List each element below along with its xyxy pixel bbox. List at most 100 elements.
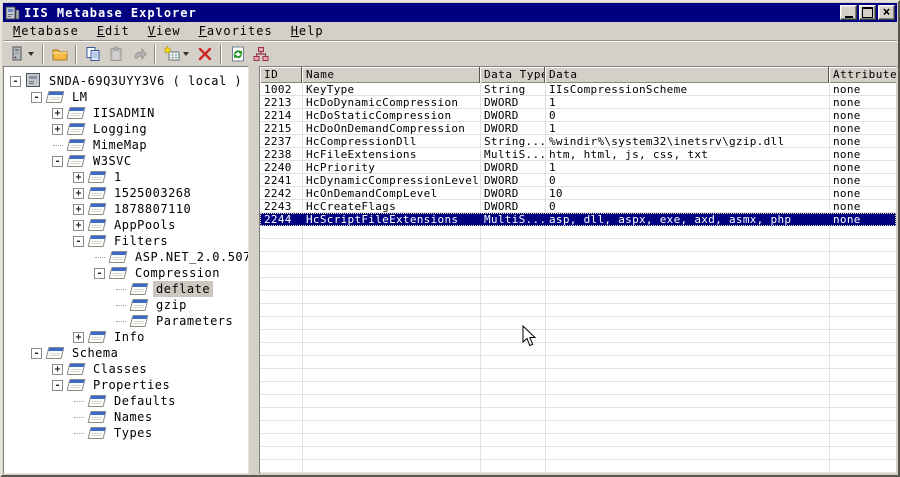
tree-node-label[interactable]: Compression bbox=[132, 265, 223, 281]
tree-node-info[interactable]: + Info bbox=[4, 329, 248, 345]
close-button[interactable] bbox=[878, 5, 895, 20]
expand-icon[interactable]: + bbox=[73, 203, 84, 215]
tree-node-label[interactable]: deflate bbox=[153, 281, 214, 297]
collapse-icon[interactable]: - bbox=[31, 347, 42, 359]
tree-node-label[interactable]: gzip bbox=[153, 297, 190, 313]
tree-node-label[interactable]: LM bbox=[69, 89, 90, 105]
tree-node-label[interactable]: 1 bbox=[111, 169, 125, 185]
collapse-icon[interactable]: - bbox=[73, 235, 84, 247]
paste-button[interactable] bbox=[104, 44, 127, 65]
tree-node-label[interactable]: MimeMap bbox=[90, 137, 150, 153]
tree-node-label[interactable]: Names bbox=[111, 409, 156, 425]
table-row[interactable]: 2242 HcOnDemandCompLevel DWORD 10 none bbox=[260, 187, 896, 200]
delete-button[interactable] bbox=[193, 44, 216, 65]
tree-node-site1[interactable]: +1 bbox=[4, 169, 248, 185]
column-header-data[interactable]: Data bbox=[545, 67, 829, 83]
tree-node-logging[interactable]: + Logging bbox=[4, 121, 248, 137]
tree-node-site-1878807110[interactable]: +1878807110 bbox=[4, 201, 248, 217]
table-row[interactable]: 2243 HcCreateFlags DWORD 0 none bbox=[260, 200, 896, 213]
collapse-icon[interactable]: - bbox=[52, 379, 63, 391]
tree-node-w3svc[interactable]: - W3SVC bbox=[4, 153, 248, 169]
tree-node-site-1525003268[interactable]: +1525003268 bbox=[4, 185, 248, 201]
tree-node-label[interactable]: Properties bbox=[90, 377, 173, 393]
collapse-icon[interactable]: - bbox=[94, 267, 105, 279]
tree-node-properties[interactable]: - Properties bbox=[4, 377, 248, 393]
table-row-selected[interactable]: 2244 HcScriptFileExtensions MultiS... asp, … bbox=[260, 213, 896, 226]
tree-node-server[interactable]: - SNDA-69Q3UYY3V6 ( local ) bbox=[4, 73, 248, 89]
table-row[interactable]: 2214 HcDoStaticCompression DWORD 0 none bbox=[260, 109, 896, 122]
cell-data: 0 bbox=[549, 109, 556, 122]
tree-node-parameters[interactable]: Parameters bbox=[4, 313, 248, 329]
menu-metabase[interactable]: Metabase bbox=[4, 23, 88, 39]
expand-icon[interactable]: + bbox=[52, 363, 63, 375]
menu-help[interactable]: Help bbox=[282, 23, 333, 39]
tree-node-apppools[interactable]: + AppPools bbox=[4, 217, 248, 233]
new-key-button[interactable] bbox=[160, 44, 183, 65]
table-row[interactable]: 2240 HcPriority DWORD 1 none bbox=[260, 161, 896, 174]
tree-node-label[interactable]: Info bbox=[111, 329, 148, 345]
connect-server-button[interactable] bbox=[5, 44, 28, 65]
tree-node-lm[interactable]: - LM bbox=[4, 89, 248, 105]
menu-view[interactable]: View bbox=[139, 23, 190, 39]
tree-node-label[interactable]: ASP.NET_2.0.50727.0 bbox=[132, 249, 248, 265]
tree-node-filters[interactable]: - Filters bbox=[4, 233, 248, 249]
expand-icon[interactable]: + bbox=[52, 123, 63, 135]
tree-node-label[interactable]: Types bbox=[111, 425, 156, 441]
title-bar[interactable]: IIS Metabase Explorer bbox=[3, 3, 897, 22]
tree-node-names[interactable]: Names bbox=[4, 409, 248, 425]
tree-node-label[interactable]: AppPools bbox=[111, 217, 179, 233]
tree-node-schema[interactable]: - Schema bbox=[4, 345, 248, 361]
tree-node-deflate[interactable]: deflate bbox=[4, 281, 248, 297]
tree-node-defaults[interactable]: Defaults bbox=[4, 393, 248, 409]
tree-node-mimemap[interactable]: MimeMap bbox=[4, 137, 248, 153]
pane-splitter[interactable] bbox=[249, 66, 259, 474]
tree-node-label[interactable]: Schema bbox=[69, 345, 121, 361]
column-header-attributes[interactable]: Attributes bbox=[829, 67, 896, 83]
table-row[interactable]: 2241 HcDynamicCompressionLevel DWORD 0 none bbox=[260, 174, 896, 187]
tree-node-compression[interactable]: - Compression bbox=[4, 265, 248, 281]
tree-view-button[interactable] bbox=[249, 44, 272, 65]
tree-node-label[interactable]: W3SVC bbox=[90, 153, 135, 169]
expand-icon[interactable]: + bbox=[52, 107, 63, 119]
tree-node-aspnet[interactable]: ASP.NET_2.0.50727.0 bbox=[4, 249, 248, 265]
undo-button[interactable] bbox=[127, 44, 150, 65]
maximize-button[interactable] bbox=[859, 5, 876, 20]
copy-button[interactable] bbox=[81, 44, 104, 65]
tree-node-classes[interactable]: + Classes bbox=[4, 361, 248, 377]
tree-node-types[interactable]: Types bbox=[4, 425, 248, 441]
tree-node-label[interactable]: Logging bbox=[90, 121, 150, 137]
expand-icon[interactable]: + bbox=[73, 187, 84, 199]
table-row[interactable]: 1002 KeyType String IIsCompressionScheme non… bbox=[260, 83, 896, 96]
cell-datatype: DWORD bbox=[484, 161, 519, 174]
table-row[interactable]: 2238 HcFileExtensions MultiS... htm, html, … bbox=[260, 148, 896, 161]
connect-dropdown-icon[interactable] bbox=[28, 52, 34, 56]
tree-node-label[interactable]: Parameters bbox=[153, 313, 236, 329]
tree-node-iisadmin[interactable]: + IISADMIN bbox=[4, 105, 248, 121]
column-header-datatype[interactable]: Data Type bbox=[480, 67, 545, 83]
expand-icon[interactable]: + bbox=[73, 331, 84, 343]
table-row[interactable]: 2215 HcDoOnDemandCompression DWORD 1 none bbox=[260, 122, 896, 135]
table-row[interactable]: 2213 HcDoDynamicCompression DWORD 1 none bbox=[260, 96, 896, 109]
tree-node-label[interactable]: Defaults bbox=[111, 393, 179, 409]
tree-node-label[interactable]: 1525003268 bbox=[111, 185, 194, 201]
menu-favorites[interactable]: Favorites bbox=[190, 23, 282, 39]
column-header-id[interactable]: ID bbox=[260, 67, 302, 83]
new-key-dropdown-icon[interactable] bbox=[183, 52, 189, 56]
collapse-icon[interactable]: - bbox=[52, 155, 63, 167]
table-row[interactable]: 2237 HcCompressionDll String... %windir%\sy… bbox=[260, 135, 896, 148]
column-header-name[interactable]: Name bbox=[302, 67, 480, 83]
collapse-icon[interactable]: - bbox=[31, 91, 42, 103]
expand-icon[interactable]: + bbox=[73, 219, 84, 231]
tree-node-label[interactable]: SNDA-69Q3UYY3V6 ( local ) bbox=[46, 73, 245, 89]
open-folder-button[interactable] bbox=[48, 44, 71, 65]
collapse-icon[interactable]: - bbox=[10, 75, 21, 87]
tree-node-label[interactable]: Classes bbox=[90, 361, 150, 377]
minimize-button[interactable] bbox=[840, 5, 857, 20]
tree-node-label[interactable]: Filters bbox=[111, 233, 171, 249]
tree-node-label[interactable]: IISADMIN bbox=[90, 105, 158, 121]
menu-edit[interactable]: Edit bbox=[88, 23, 139, 39]
tree-node-label[interactable]: 1878807110 bbox=[111, 201, 194, 217]
refresh-button[interactable] bbox=[226, 44, 249, 65]
expand-icon[interactable]: + bbox=[73, 171, 84, 183]
tree-node-gzip[interactable]: gzip bbox=[4, 297, 248, 313]
